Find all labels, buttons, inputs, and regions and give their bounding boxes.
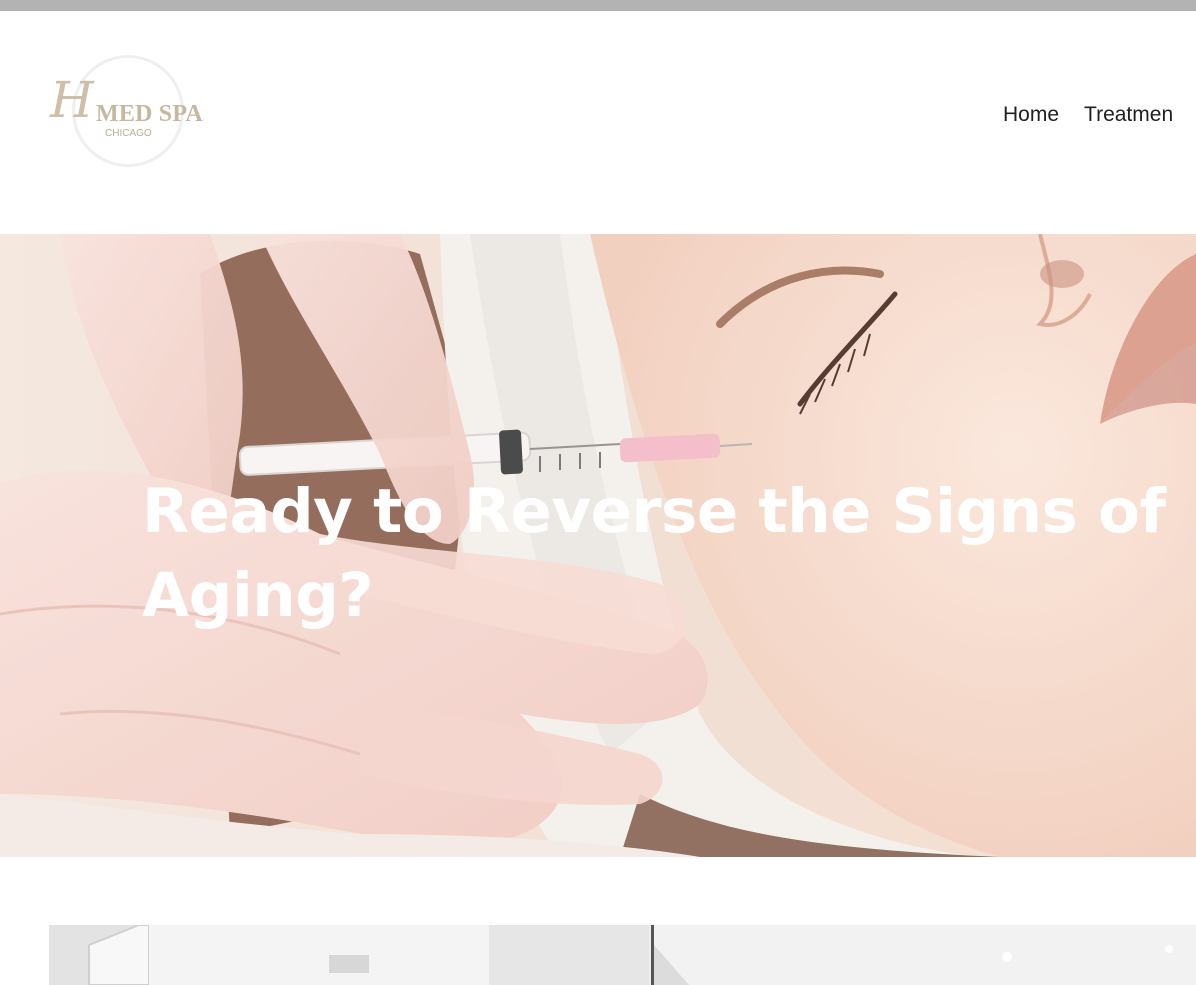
nav-treatments[interactable]: Treatmen [1084, 103, 1173, 127]
clinic-interior-photo [49, 925, 1196, 985]
nav-home[interactable]: Home [1003, 103, 1059, 127]
top-strip [0, 0, 1196, 11]
site-header: H MED SPA CHICAGO Home Treatmen [0, 11, 1196, 234]
main-nav: Home Treatmen [1003, 103, 1196, 127]
logo-city: CHICAGO [105, 128, 152, 139]
logo-name: MED SPA [96, 101, 203, 127]
hero-banner: Ready to Reverse the Signs of Aging? [0, 234, 1196, 857]
logo-monogram: H [50, 71, 94, 129]
hero-title: Ready to Reverse the Signs of Aging? [142, 476, 1166, 631]
logo[interactable]: H MED SPA CHICAGO [48, 53, 220, 177]
